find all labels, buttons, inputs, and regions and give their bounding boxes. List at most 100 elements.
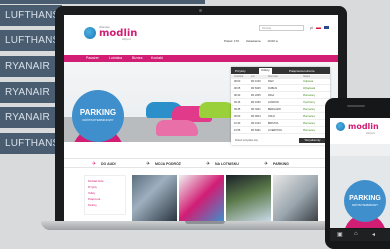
column-header: Godzina [234, 75, 244, 78]
phone-hero[interactable]: PARKING KRÓTKOTERMINOWY [330, 156, 390, 228]
flag-pl-icon[interactable] [316, 26, 322, 30]
nav-item[interactable]: Pasażer [86, 56, 99, 60]
flag-en-icon[interactable] [324, 26, 330, 30]
side-link[interactable]: Odloty [88, 192, 95, 195]
flight-time: 08:00 [234, 80, 241, 83]
flight-time: 10:55 [234, 129, 241, 132]
flight-number: FR 1050 [251, 101, 261, 104]
plane-icon: ✈ [146, 161, 151, 167]
flight-row[interactable]: 09:15 FR 1050 LONDON Opóźniony [231, 101, 330, 106]
quick-link[interactable]: PARKING [273, 162, 289, 166]
car-image [156, 120, 198, 136]
flight-row[interactable]: 08:00 FR 1046 KIEV Odprawa [231, 80, 330, 85]
quick-link[interactable]: NA LOTNISKU [215, 162, 239, 166]
airline-row: RYANAIR [0, 82, 62, 103]
flight-number: FR 9944 [251, 115, 261, 118]
plane-icon: ✈ [206, 161, 211, 167]
promo-tile[interactable] [179, 175, 224, 221]
phone-menu-bar[interactable] [330, 144, 390, 156]
side-links-panel: Rozkład lotów Przyloty Odloty Połączenia… [84, 175, 126, 215]
search-input[interactable]: Szukaj [259, 25, 304, 31]
flight-destination: KIEV [268, 80, 274, 83]
airline-row: RYANAIR [0, 56, 62, 77]
site-header: Warsaw modlin Airport Szukaj pl Pokaz: 1… [64, 15, 338, 55]
flight-status: Wylądował [303, 87, 316, 90]
nav-item[interactable]: Lotniska [109, 56, 122, 60]
flight-row[interactable]: 10:55 FR 8461 LIVERPOOL Planowany [231, 129, 330, 134]
promo-tile[interactable] [132, 175, 177, 221]
plane-icon: ✈ [264, 161, 269, 167]
flight-number: FR 1043 [251, 122, 261, 125]
all-flights-link[interactable]: Pokaż wszystkie loty [235, 139, 258, 142]
side-link[interactable]: Parking [88, 204, 96, 207]
flight-destination: OSLO [268, 115, 275, 118]
logo-mark-icon [84, 27, 96, 39]
flight-status: Odprawa [303, 80, 314, 83]
back-icon[interactable]: ◂ [372, 231, 375, 238]
weather-city[interactable]: Ustawienia [246, 39, 261, 43]
tab-departures[interactable]: Odloty [259, 68, 272, 74]
column-header: Kierunek [268, 75, 278, 78]
parking-subtitle: KRÓTKOTERMINOWY [82, 118, 114, 122]
promo-tile[interactable] [226, 175, 271, 221]
home-icon[interactable]: ⌂ [354, 231, 358, 237]
column-header: Lot [251, 75, 255, 78]
tab-arrivals[interactable]: Przyloty [235, 69, 246, 73]
side-link[interactable]: Połączenia [88, 198, 100, 201]
menu-icon[interactable]: ▣ [337, 231, 343, 238]
flight-row[interactable]: 08:25 FR 8425 DUBLIN Wylądował [231, 87, 330, 92]
laptop-device: Warsaw modlin Airport Szukaj pl Pokaz: 1… [41, 6, 367, 246]
side-link[interactable]: Rozkład lotów [88, 180, 104, 183]
promo-tile[interactable] [273, 175, 318, 221]
phone-logo-name[interactable]: modlin [348, 122, 379, 131]
flight-destination: BERGAMO [268, 108, 281, 111]
flight-status: Planowany [303, 115, 316, 118]
column-header: Status [303, 75, 311, 78]
quick-link[interactable]: DO AUDI [101, 162, 116, 166]
flight-time: 09:15 [234, 101, 241, 104]
flight-number: FR 8425 [251, 87, 261, 90]
flight-status: Planowany [303, 108, 316, 111]
quick-links-bar: ✈ DO AUDI ✈ MOJA PODRÓŻ ✈ NA LOTNISKU ✈ … [64, 158, 338, 168]
tab-connections[interactable]: Połączenia lotnicze [289, 69, 315, 73]
airline-row: LUFTHANSA [0, 30, 62, 51]
camera-icon [199, 9, 202, 12]
flight-destination: RIGA [268, 94, 275, 97]
nav-item[interactable]: Kontakt [151, 56, 163, 60]
flight-row[interactable]: 09:50 FR 9944 OSLO Planowany [231, 115, 330, 120]
flight-time: 08:25 [234, 87, 241, 90]
weather-bar: Pokaz: 170 Ustawienia 10:00 w [224, 39, 284, 43]
weather-time: 10:00 w [267, 39, 278, 43]
flight-destination: LIVERPOOL [268, 129, 283, 132]
plane-icon: ✈ [92, 161, 97, 167]
phone-speaker [347, 105, 365, 107]
nav-item[interactable]: Biznes [132, 56, 143, 60]
flight-status: Opóźniony [303, 101, 315, 104]
flight-destination: BRISTOL [268, 122, 279, 125]
main-nav: Pasażer Lotniska Biznes Kontakt [64, 55, 338, 62]
flight-row[interactable]: 10:30 FR 1043 BRISTOL Planowany [231, 122, 330, 127]
flight-row[interactable]: 08:40 FR 2065 RIGA Planowany [231, 94, 330, 99]
side-link[interactable]: Przyloty [88, 186, 97, 189]
airline-row: RYANAIR [0, 107, 62, 128]
all-flights-button[interactable]: Wszystkie loty [299, 138, 326, 143]
logo-name: modlin [99, 28, 138, 39]
flight-number: FR 2065 [251, 94, 261, 97]
phone-bottom-bar: ▣ ⌂ ◂ [330, 229, 390, 241]
language-switch[interactable]: pl [310, 25, 330, 30]
flight-number: FR 8461 [251, 129, 261, 132]
flight-board-footer: Pokaż wszystkie loty Wszystkie loty [231, 136, 330, 145]
phone-parking-subtitle: KRÓTKOTERMINOWY [351, 204, 379, 207]
quick-link[interactable]: MOJA PODRÓŻ [155, 162, 181, 166]
flight-number: FR 1046 [251, 80, 261, 83]
flight-time: 09:50 [234, 115, 241, 118]
phone-parking-title: PARKING [349, 195, 381, 202]
phone-logo-tag: Airport [366, 131, 375, 135]
flight-row[interactable]: 09:35 FR 3021 BERGAMO Planowany [231, 108, 330, 113]
flight-number: FR 3021 [251, 108, 261, 111]
phone-device: modlin Airport PARKING KRÓTKOTERMINOWY ▣… [325, 98, 390, 249]
flight-board: Przyloty Odloty Połączenia lotnicze Godz… [231, 67, 330, 145]
airline-list: LUFTHANSA LUFTHANSA RYANAIR RYANAIR RYAN… [0, 0, 62, 160]
flight-status: Planowany [303, 122, 316, 125]
flight-status: Planowany [303, 94, 316, 97]
